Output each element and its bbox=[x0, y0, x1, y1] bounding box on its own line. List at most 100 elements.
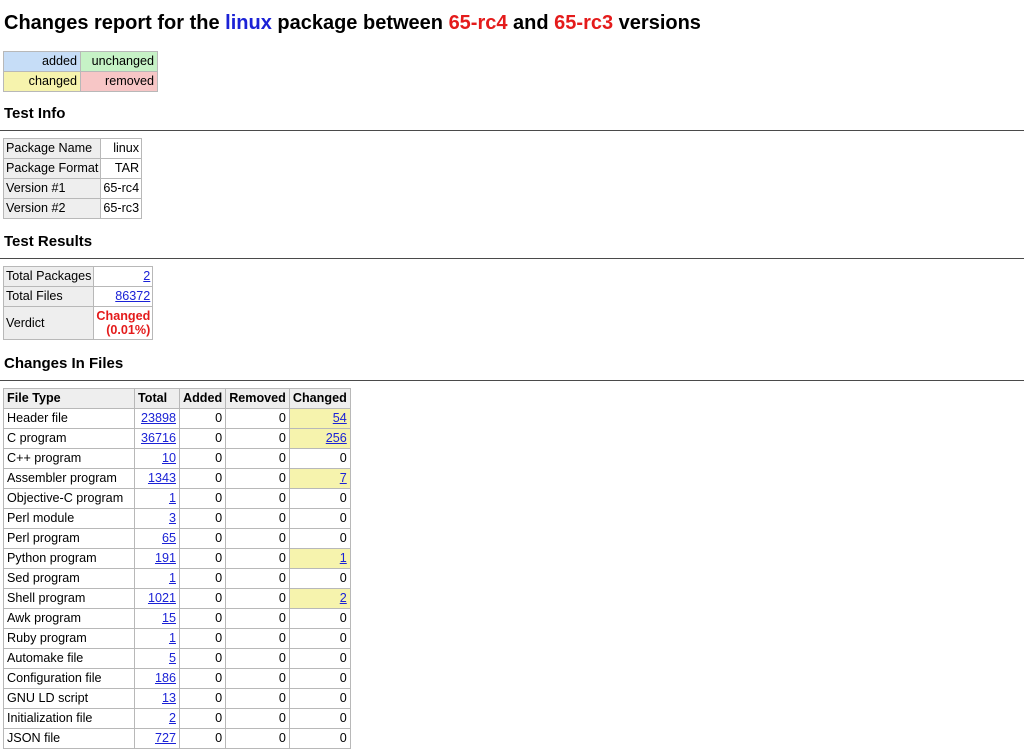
total-link[interactable]: 10 bbox=[162, 451, 176, 465]
total-cell: 23898 bbox=[134, 408, 180, 429]
total-link[interactable]: 186 bbox=[155, 671, 176, 685]
removed-cell: 0 bbox=[225, 548, 290, 569]
info-value: 65-rc4 bbox=[100, 178, 143, 199]
removed-cell: 0 bbox=[225, 668, 290, 689]
total-link[interactable]: 65 bbox=[162, 531, 176, 545]
total-link[interactable]: 15 bbox=[162, 611, 176, 625]
total-link[interactable]: 23898 bbox=[141, 411, 176, 425]
legend-table: added unchanged changed removed bbox=[3, 51, 158, 92]
table-row: Configuration file 186 0 0 0 bbox=[3, 668, 351, 689]
table-row: Ruby program 1 0 0 0 bbox=[3, 628, 351, 649]
changed-cell: 256 bbox=[288, 428, 351, 449]
info-row: Version #1 65-rc4 bbox=[2, 178, 143, 199]
total-packages-link[interactable]: 2 bbox=[143, 269, 150, 283]
total-link[interactable]: 727 bbox=[155, 731, 176, 745]
total-link[interactable]: 3 bbox=[169, 511, 176, 525]
file-type-cell: Objective-C program bbox=[3, 488, 135, 509]
info-key: Package Format bbox=[2, 158, 102, 179]
table-row: Assembler program 1343 0 0 7 bbox=[3, 468, 351, 489]
table-row: Automake file 5 0 0 0 bbox=[3, 648, 351, 669]
table-row: Perl module 3 0 0 0 bbox=[3, 508, 351, 529]
removed-cell: 0 bbox=[225, 508, 290, 529]
changed-cell: 2 bbox=[288, 588, 351, 609]
title-and: and bbox=[507, 12, 555, 34]
total-link[interactable]: 5 bbox=[169, 651, 176, 665]
verdict-label: Verdict bbox=[2, 306, 95, 340]
file-type-cell: Ruby program bbox=[3, 628, 135, 649]
total-link[interactable]: 1 bbox=[169, 491, 176, 505]
file-type-cell: Header file bbox=[3, 408, 135, 429]
table-row: JSON file 727 0 0 0 bbox=[3, 728, 351, 749]
added-cell: 0 bbox=[178, 508, 227, 529]
total-cell: 1 bbox=[134, 568, 180, 589]
file-type-cell: GNU LD script bbox=[3, 688, 135, 709]
added-cell: 0 bbox=[178, 608, 227, 629]
info-key: Version #2 bbox=[2, 198, 102, 219]
changed-link[interactable]: 7 bbox=[340, 471, 347, 485]
total-link[interactable]: 1343 bbox=[148, 471, 176, 485]
added-cell: 0 bbox=[178, 688, 227, 709]
removed-cell: 0 bbox=[225, 688, 290, 709]
total-link[interactable]: 36716 bbox=[141, 431, 176, 445]
changed-cell: 0 bbox=[288, 508, 351, 529]
title-prefix: Changes report for the bbox=[4, 12, 226, 34]
file-type-cell: Automake file bbox=[3, 648, 135, 669]
added-cell: 0 bbox=[178, 428, 227, 449]
added-cell: 0 bbox=[178, 528, 227, 549]
verdict-status: Changed bbox=[96, 309, 151, 323]
removed-cell: 0 bbox=[225, 728, 290, 749]
test-info-heading: Test Info bbox=[4, 105, 66, 122]
changed-cell: 0 bbox=[288, 708, 351, 729]
info-value: TAR bbox=[100, 158, 143, 179]
total-cell: 10 bbox=[134, 448, 180, 469]
changed-link[interactable]: 2 bbox=[340, 591, 347, 605]
table-row: Python program 191 0 0 1 bbox=[3, 548, 351, 569]
changed-cell: 0 bbox=[288, 528, 351, 549]
changed-cell: 0 bbox=[288, 448, 351, 469]
added-cell: 0 bbox=[178, 488, 227, 509]
total-link[interactable]: 2 bbox=[169, 711, 176, 725]
added-cell: 0 bbox=[178, 468, 227, 489]
changed-cell: 1 bbox=[288, 548, 351, 569]
changed-link[interactable]: 256 bbox=[326, 431, 347, 445]
total-link[interactable]: 191 bbox=[155, 551, 176, 565]
total-cell: 1 bbox=[134, 628, 180, 649]
test-info-table: Package Name linux Package Format TAR Ve… bbox=[2, 138, 143, 219]
total-cell: 727 bbox=[134, 728, 180, 749]
col-header-removed: Removed bbox=[225, 388, 290, 409]
added-cell: 0 bbox=[178, 588, 227, 609]
total-link[interactable]: 1021 bbox=[148, 591, 176, 605]
page-title: Changes report for the linux package bet… bbox=[4, 9, 701, 37]
removed-cell: 0 bbox=[225, 628, 290, 649]
legend-added: added bbox=[3, 51, 81, 72]
added-cell: 0 bbox=[178, 728, 227, 749]
total-link[interactable]: 13 bbox=[162, 691, 176, 705]
changed-cell: 54 bbox=[288, 408, 351, 429]
total-link[interactable]: 1 bbox=[169, 631, 176, 645]
changed-link[interactable]: 1 bbox=[340, 551, 347, 565]
changed-cell: 0 bbox=[288, 488, 351, 509]
table-row: GNU LD script 13 0 0 0 bbox=[3, 688, 351, 709]
removed-cell: 0 bbox=[225, 448, 290, 469]
total-files-link[interactable]: 86372 bbox=[115, 289, 150, 303]
table-row: Shell program 1021 0 0 2 bbox=[3, 588, 351, 609]
info-key: Version #1 bbox=[2, 178, 102, 199]
file-type-cell: Awk program bbox=[3, 608, 135, 629]
changed-cell: 0 bbox=[288, 688, 351, 709]
col-header-changed: Changed bbox=[288, 388, 351, 409]
verdict-value: Changed (0.01%) bbox=[93, 306, 154, 340]
total-cell: 13 bbox=[134, 688, 180, 709]
total-cell: 36716 bbox=[134, 428, 180, 449]
info-row: Version #2 65-rc3 bbox=[2, 198, 143, 219]
total-link[interactable]: 1 bbox=[169, 571, 176, 585]
title-mid: package between bbox=[271, 12, 449, 34]
changed-cell: 0 bbox=[288, 668, 351, 689]
table-row: C++ program 10 0 0 0 bbox=[3, 448, 351, 469]
changed-link[interactable]: 54 bbox=[333, 411, 347, 425]
divider bbox=[0, 258, 1024, 259]
removed-cell: 0 bbox=[225, 428, 290, 449]
total-cell: 65 bbox=[134, 528, 180, 549]
legend-changed: changed bbox=[3, 71, 81, 92]
total-files-label: Total Files bbox=[2, 286, 95, 307]
added-cell: 0 bbox=[178, 448, 227, 469]
